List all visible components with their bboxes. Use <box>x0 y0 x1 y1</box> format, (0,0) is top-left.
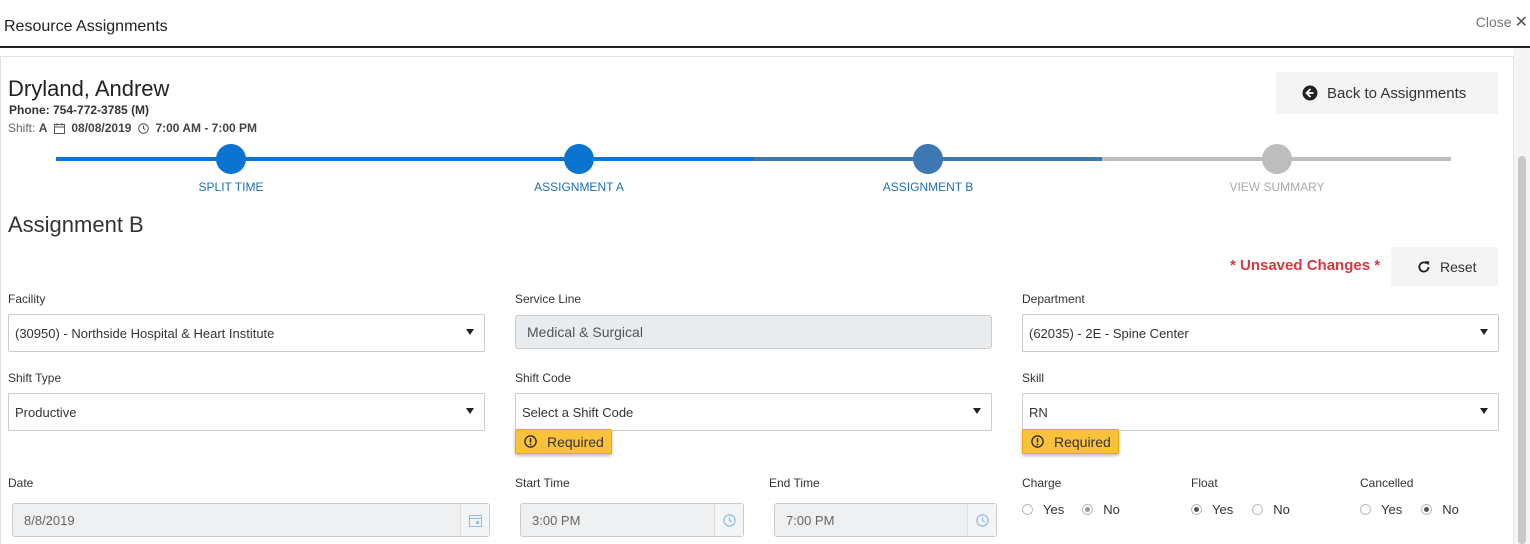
exclamation-circle-icon <box>524 435 537 448</box>
cancelled-no-radio[interactable] <box>1421 504 1433 515</box>
float-no-radio[interactable] <box>1252 504 1264 515</box>
shift-info: Shift: A 08/08/2019 7:00 AM - 7:00 PM <box>8 121 257 135</box>
charge-no-label: No <box>1103 502 1120 517</box>
scrollbar-thumb[interactable] <box>1518 156 1526 544</box>
clock-icon[interactable] <box>714 504 743 536</box>
end-time-input[interactable]: 7:00 PM <box>774 503 997 537</box>
cancelled-yes-radio[interactable] <box>1360 504 1371 515</box>
charge-no-radio[interactable] <box>1082 504 1094 515</box>
caret-down-icon <box>466 408 474 414</box>
float-no-label: No <box>1273 502 1290 517</box>
step-dot-assignment-a[interactable] <box>564 144 594 174</box>
back-to-assignments-button[interactable]: Back to Assignments <box>1276 72 1498 114</box>
exclamation-circle-icon <box>1031 435 1044 448</box>
back-button-label: Back to Assignments <box>1327 84 1467 102</box>
start-time-input[interactable]: 3:00 PM <box>520 503 744 537</box>
cancelled-label: Cancelled <box>1360 476 1414 490</box>
caret-down-icon <box>1480 408 1488 414</box>
clock-icon <box>138 122 150 134</box>
facility-select[interactable]: (30950) - Northside Hospital & Heart Ins… <box>8 314 485 352</box>
charge-yes-label: Yes <box>1043 502 1065 517</box>
department-select[interactable]: (62035) - 2E - Spine Center <box>1022 314 1499 352</box>
close-icon: ✕ <box>1514 14 1528 31</box>
shift-date: 08/08/2019 <box>71 121 132 135</box>
step-dot-assignment-b[interactable] <box>913 144 943 174</box>
date-value: 8/8/2019 <box>24 512 75 528</box>
float-radio-group: Yes No <box>1191 502 1312 517</box>
charge-label: Charge <box>1022 476 1062 490</box>
person-phone: Phone: 754-772-3785 (M) <box>9 103 150 117</box>
cancelled-radio-group: Yes No <box>1360 502 1481 517</box>
skill-value: RN <box>1029 404 1048 420</box>
cancelled-yes-label: Yes <box>1381 502 1403 517</box>
shift-prefix: Shift: <box>8 121 36 135</box>
step-label-view-summary[interactable]: VIEW SUMMARY <box>1177 180 1377 194</box>
redo-icon <box>1417 260 1431 274</box>
shift-code-select[interactable]: Select a Shift Code <box>515 393 992 431</box>
float-yes-radio[interactable] <box>1191 504 1202 515</box>
shift-code-required-text: Required <box>547 433 604 450</box>
shift-type-label: Shift Type <box>8 371 62 385</box>
date-input[interactable]: 8/8/2019 <box>12 503 490 537</box>
department-value: (62035) - 2E - Spine Center <box>1029 325 1189 341</box>
facility-label: Facility <box>8 292 46 306</box>
caret-down-icon <box>466 329 474 335</box>
step-label-assignment-a[interactable]: ASSIGNMENT A <box>479 180 679 194</box>
department-label: Department <box>1022 292 1085 306</box>
start-time-label: Start Time <box>515 476 570 490</box>
step-label-split-time[interactable]: SPLIT TIME <box>131 180 331 194</box>
service-line-value: Medical & Surgical <box>527 324 643 340</box>
shift-type-select[interactable]: Productive <box>8 393 485 431</box>
calendar-icon[interactable] <box>460 504 489 536</box>
service-line-label: Service Line <box>515 292 582 306</box>
shift-code-required-badge: Required <box>515 429 612 454</box>
step-label-assignment-b[interactable]: ASSIGNMENT B <box>828 180 1028 194</box>
skill-required-badge: Required <box>1022 429 1119 454</box>
clock-icon[interactable] <box>967 504 996 536</box>
person-name: Dryland, Andrew <box>8 76 170 101</box>
shift-time: 7:00 AM - 7:00 PM <box>155 121 258 135</box>
service-line-field: Medical & Surgical <box>515 315 992 349</box>
calendar-icon <box>54 122 66 134</box>
float-label: Float <box>1191 476 1218 490</box>
arrow-circle-left-icon <box>1302 85 1318 101</box>
caret-down-icon <box>1480 329 1488 335</box>
skill-select[interactable]: RN <box>1022 393 1499 431</box>
dialog-titlebar: Resource Assignments Close ✕ <box>0 0 1530 48</box>
start-time-value: 3:00 PM <box>532 512 581 528</box>
shift-code: A <box>38 121 48 135</box>
end-time-value: 7:00 PM <box>786 512 835 528</box>
facility-value: (30950) - Northside Hospital & Heart Ins… <box>15 325 275 341</box>
vertical-scrollbar[interactable] <box>1514 48 1530 544</box>
reset-button[interactable]: Reset <box>1391 247 1498 286</box>
skill-required-text: Required <box>1054 433 1111 450</box>
dialog-title: Resource Assignments <box>4 18 168 35</box>
cancelled-no-label: No <box>1442 502 1459 517</box>
close-label: Close <box>1475 14 1512 30</box>
reset-label: Reset <box>1440 258 1477 275</box>
charge-yes-radio[interactable] <box>1022 504 1033 515</box>
shift-code-value: Select a Shift Code <box>522 404 634 420</box>
charge-radio-group: Yes No <box>1022 502 1142 517</box>
section-title: Assignment B <box>8 212 144 237</box>
step-dot-split-time[interactable] <box>216 144 246 174</box>
close-button[interactable]: Close ✕ <box>1476 12 1528 32</box>
skill-label: Skill <box>1022 371 1045 385</box>
progress-stepper: SPLIT TIME ASSIGNMENT A ASSIGNMENT B VIE… <box>0 138 1514 198</box>
date-label: Date <box>8 476 34 490</box>
caret-down-icon <box>973 408 981 414</box>
step-dot-view-summary[interactable] <box>1262 144 1292 174</box>
float-yes-label: Yes <box>1212 502 1234 517</box>
shift-type-value: Productive <box>15 404 77 420</box>
end-time-label: End Time <box>769 476 820 490</box>
unsaved-changes-indicator: * Unsaved Changes * <box>1230 257 1381 274</box>
shift-code-label: Shift Code <box>515 371 572 385</box>
